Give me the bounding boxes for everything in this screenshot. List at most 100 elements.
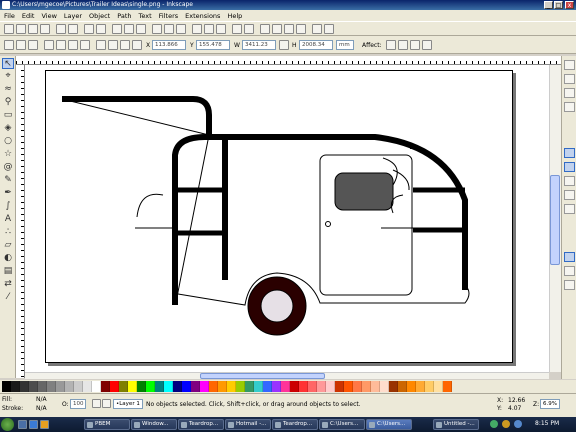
- vertical-scroll-thumb[interactable]: [550, 175, 560, 265]
- palette-swatch[interactable]: [218, 381, 227, 392]
- palette-swatch[interactable]: [263, 381, 272, 392]
- palette-swatch[interactable]: [2, 381, 11, 392]
- palette-swatch[interactable]: [29, 381, 38, 392]
- star-tool-icon[interactable]: ☆: [2, 149, 14, 160]
- maximize-button[interactable]: □: [554, 1, 563, 9]
- palette-swatch[interactable]: [443, 381, 452, 392]
- opacity-input[interactable]: 100: [70, 399, 86, 409]
- palette-swatch[interactable]: [164, 381, 173, 392]
- palette-swatch[interactable]: [74, 381, 83, 392]
- layer-visibility-icon[interactable]: [92, 399, 101, 408]
- select-all-layers-icon[interactable]: [16, 40, 26, 50]
- palette-swatch[interactable]: [272, 381, 281, 392]
- palette-swatch[interactable]: [236, 381, 245, 392]
- tray-volume-icon[interactable]: [502, 420, 510, 428]
- task-untitled[interactable]: Untitled -...: [433, 419, 479, 430]
- palette-swatch[interactable]: [83, 381, 92, 392]
- select-all-icon[interactable]: [4, 40, 14, 50]
- snap-smooth-nodes-icon[interactable]: [564, 190, 575, 200]
- task-teardrop-1[interactable]: Teardrop...: [178, 419, 224, 430]
- import-icon[interactable]: [56, 24, 66, 34]
- zoom-drawing-icon[interactable]: [164, 24, 174, 34]
- palette-swatch[interactable]: [326, 381, 335, 392]
- task-window[interactable]: Window...: [131, 419, 177, 430]
- pencil-tool-icon[interactable]: ✎: [2, 175, 14, 186]
- palette-swatch[interactable]: [200, 381, 209, 392]
- palette-swatch[interactable]: [20, 381, 29, 392]
- height-input[interactable]: 2008.34: [299, 40, 333, 50]
- snap-toggle-icon[interactable]: [564, 60, 575, 70]
- task-explorer-2[interactable]: C:\Users...: [366, 419, 412, 430]
- align-distribute-icon[interactable]: [296, 24, 306, 34]
- 3d-box-tool-icon[interactable]: ◈: [2, 123, 14, 134]
- group-icon[interactable]: [232, 24, 242, 34]
- palette-swatch[interactable]: [389, 381, 398, 392]
- snap-nodes-icon[interactable]: [564, 148, 575, 158]
- lock-ratio-icon[interactable]: [279, 40, 289, 50]
- palette-swatch[interactable]: [137, 381, 146, 392]
- palette-swatch[interactable]: [353, 381, 362, 392]
- text-font-icon[interactable]: [272, 24, 282, 34]
- menu-object[interactable]: Object: [89, 12, 110, 20]
- undo-icon[interactable]: [84, 24, 94, 34]
- affect-stroke-icon[interactable]: [386, 40, 396, 50]
- tweak-tool-icon[interactable]: ≈: [2, 84, 14, 95]
- save-icon[interactable]: [28, 24, 38, 34]
- menu-text[interactable]: Text: [139, 12, 152, 20]
- preferences-icon[interactable]: [312, 24, 322, 34]
- zoom-page-icon[interactable]: [176, 24, 186, 34]
- ellipse-tool-icon[interactable]: ○: [2, 136, 14, 147]
- palette-swatch[interactable]: [407, 381, 416, 392]
- palette-swatch[interactable]: [254, 381, 263, 392]
- deselect-icon[interactable]: [28, 40, 38, 50]
- menu-extensions[interactable]: Extensions: [185, 12, 220, 20]
- node-tool-icon[interactable]: ⌖: [2, 71, 14, 82]
- eraser-tool-icon[interactable]: ▱: [2, 240, 14, 251]
- palette-swatch[interactable]: [128, 381, 137, 392]
- palette-swatch[interactable]: [308, 381, 317, 392]
- palette-swatch[interactable]: [281, 381, 290, 392]
- palette-swatch[interactable]: [416, 381, 425, 392]
- palette-swatch[interactable]: [344, 381, 353, 392]
- snap-intersections-icon[interactable]: [564, 176, 575, 186]
- palette-swatch[interactable]: [425, 381, 434, 392]
- affect-corners-icon[interactable]: [398, 40, 408, 50]
- snap-guides-icon[interactable]: [564, 280, 575, 290]
- palette-swatch[interactable]: [245, 381, 254, 392]
- snap-midpoints-icon[interactable]: [564, 204, 575, 214]
- tray-security-icon[interactable]: [514, 420, 522, 428]
- layer-lock-icon[interactable]: [102, 399, 111, 408]
- clone-icon[interactable]: [204, 24, 214, 34]
- spiral-tool-icon[interactable]: @: [2, 162, 14, 173]
- close-button[interactable]: x: [565, 1, 574, 9]
- palette-swatch[interactable]: [398, 381, 407, 392]
- palette-swatch[interactable]: [380, 381, 389, 392]
- flip-horizontal-icon[interactable]: [68, 40, 78, 50]
- rect-tool-icon[interactable]: ▭: [2, 110, 14, 121]
- snap-paths-icon[interactable]: [564, 162, 575, 172]
- palette-swatch[interactable]: [56, 381, 65, 392]
- palette-swatch[interactable]: [110, 381, 119, 392]
- task-hotmail[interactable]: Hotmail -...: [225, 419, 271, 430]
- menu-edit[interactable]: Edit: [22, 12, 35, 20]
- new-document-icon[interactable]: [4, 24, 14, 34]
- rotate-ccw-icon[interactable]: [44, 40, 54, 50]
- cut-icon[interactable]: [124, 24, 134, 34]
- spray-tool-icon[interactable]: ∴: [2, 227, 14, 238]
- ungroup-icon[interactable]: [244, 24, 254, 34]
- palette-swatch[interactable]: [101, 381, 110, 392]
- task-teardrop-2[interactable]: Teardrop...: [272, 419, 318, 430]
- palette-swatch[interactable]: [182, 381, 191, 392]
- y-input[interactable]: 155.478: [196, 40, 230, 50]
- palette-swatch[interactable]: [47, 381, 56, 392]
- affect-gradient-icon[interactable]: [410, 40, 420, 50]
- palette-swatch[interactable]: [92, 381, 101, 392]
- snap-bbox-corner-icon[interactable]: [564, 102, 575, 112]
- selector-tool-icon[interactable]: ↖: [2, 58, 14, 69]
- drawing-canvas[interactable]: [25, 65, 549, 372]
- connector-tool-icon[interactable]: ⇄: [2, 279, 14, 290]
- task-pbem[interactable]: PBEM: [84, 419, 130, 430]
- dropper-tool-icon[interactable]: ⁄: [2, 292, 14, 303]
- paste-icon[interactable]: [136, 24, 146, 34]
- minimize-button[interactable]: _: [544, 1, 553, 9]
